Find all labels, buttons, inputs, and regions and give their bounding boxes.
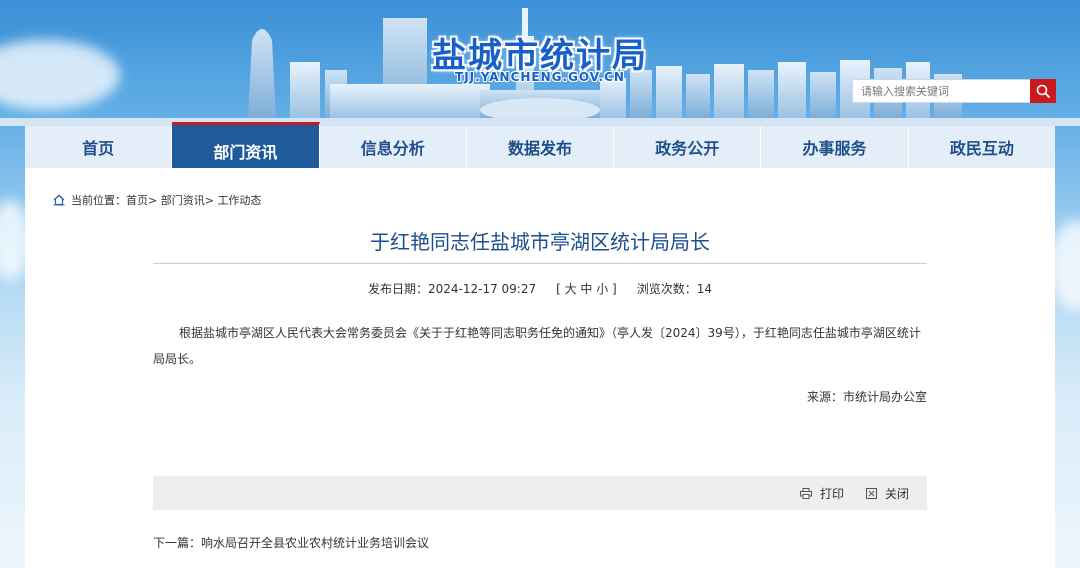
print-label: 打印 <box>819 486 844 501</box>
publish-date: 2024-12-17 09:27 <box>427 282 537 296</box>
nav-item-department-news[interactable]: 部门资讯 <box>172 122 320 168</box>
article-title: 于红艳同志任盐城市亭湖区统计局局长 <box>370 230 710 254</box>
header-banner: 盐城市统计局 TJJ.YANCHENG.GOV.CN <box>0 0 1080 126</box>
close-label: 关闭 <box>884 486 909 501</box>
search-box <box>852 79 1056 103</box>
main-nav: 首页 部门资讯 信息分析 数据发布 政务公开 办事服务 政民互动 <box>25 122 1055 168</box>
breadcrumb-prefix: 当前位置： <box>71 194 126 207</box>
print-icon <box>799 487 812 499</box>
next-article-link[interactable]: 响水局召开全县农业农村统计业务培训会议 <box>201 536 429 550</box>
search-icon <box>1036 84 1050 98</box>
nav-item-home[interactable]: 首页 <box>25 126 173 168</box>
font-size-switcher[interactable]: [ 大 中 小 ] <box>556 282 617 296</box>
breadcrumb-separator: > <box>148 193 158 207</box>
views-count: 14 <box>696 282 713 296</box>
close-button[interactable]: 关闭 <box>865 485 909 502</box>
close-icon <box>865 487 877 499</box>
nav-item-data-release[interactable]: 数据发布 <box>467 126 615 168</box>
title-divider <box>153 263 927 264</box>
nav-item-public-interaction[interactable]: 政民互动 <box>909 126 1055 168</box>
breadcrumb: 当前位置： 首页 > 部门资讯 > 工作动态 <box>53 192 261 208</box>
nav-item-services[interactable]: 办事服务 <box>761 126 909 168</box>
article-meta: 发布日期：2024-12-17 09:27 [ 大 中 小 ] 浏览次数：14 <box>25 280 1055 297</box>
next-article-label: 下一篇： <box>153 536 202 550</box>
print-button[interactable]: 打印 <box>799 485 844 502</box>
article-panel: 当前位置： 首页 > 部门资讯 > 工作动态 于红艳同志任盐城市亭湖区统计局局长… <box>25 168 1055 568</box>
search-input[interactable] <box>853 80 1030 102</box>
article-body: 根据盐城市亭湖区人民代表大会常务委员会《关于于红艳等同志职务任免的通知》（亭人发… <box>153 326 921 366</box>
search-button[interactable] <box>1030 79 1056 103</box>
nav-item-government-affairs[interactable]: 政务公开 <box>614 126 762 168</box>
next-article: 下一篇：响水局召开全县农业农村统计业务培训会议 <box>153 534 429 551</box>
views-label: 浏览次数： <box>636 282 697 296</box>
breadcrumb-separator: > <box>204 193 214 207</box>
breadcrumb-department-news[interactable]: 部门资讯 <box>161 192 205 208</box>
publish-date-label: 发布日期： <box>367 282 428 296</box>
nav-item-info-analysis[interactable]: 信息分析 <box>320 126 467 168</box>
breadcrumb-home[interactable]: 首页 <box>126 192 148 208</box>
article-source: 来源：市统计局办公室 <box>806 390 927 404</box>
home-icon <box>53 194 65 206</box>
breadcrumb-work-updates[interactable]: 工作动态 <box>217 192 261 208</box>
article-toolbar: 打印 关闭 <box>153 476 927 510</box>
